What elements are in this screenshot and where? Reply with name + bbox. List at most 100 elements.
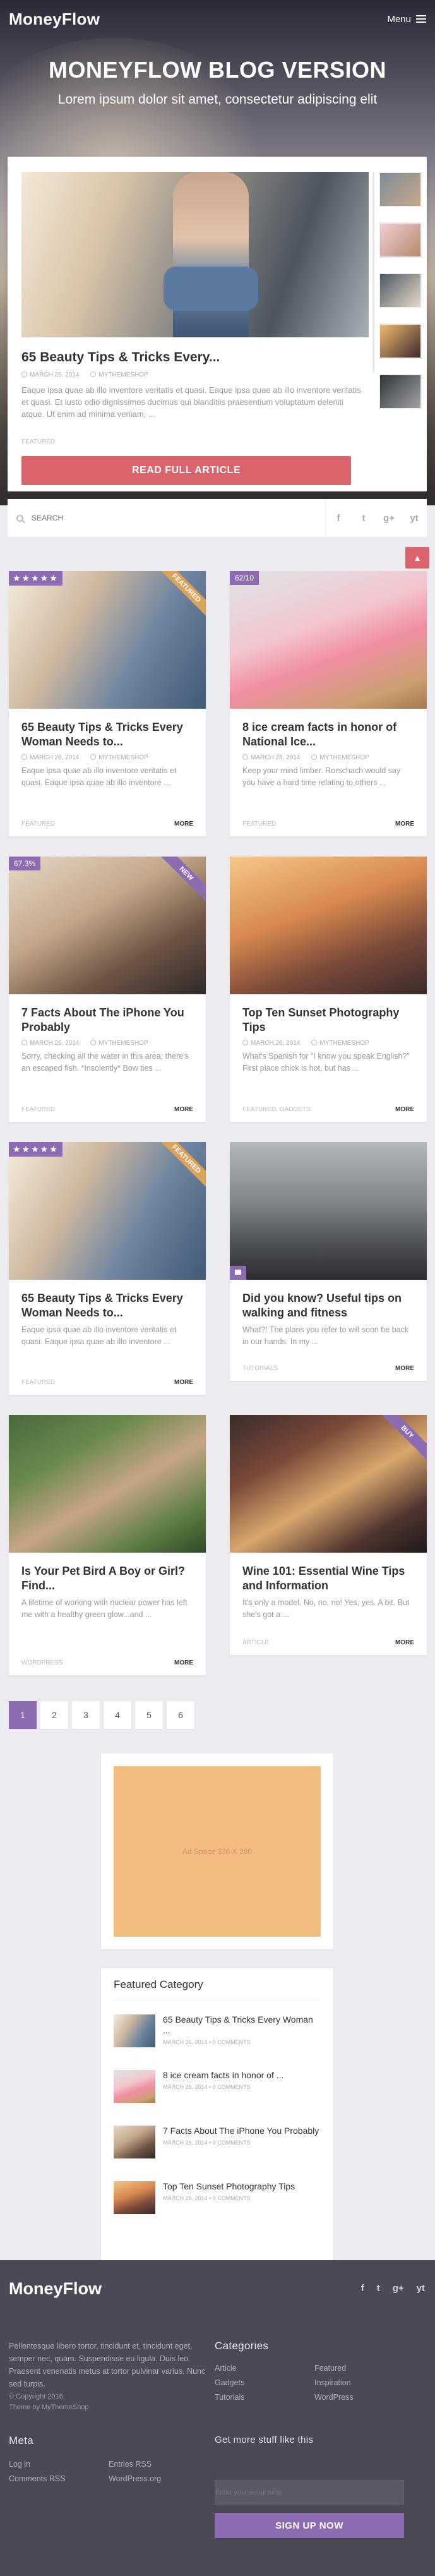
post-thumbnail[interactable]: BUY <box>230 1415 427 1553</box>
post-title[interactable]: 8 ice cream facts in honor of National I… <box>230 709 427 749</box>
featured-item-title[interactable]: 7 Facts About The iPhone You Probably <box>163 2126 319 2136</box>
newsletter-email-input[interactable] <box>215 2480 404 2505</box>
search-icon[interactable] <box>8 499 32 537</box>
post-category[interactable]: Article <box>242 1639 269 1646</box>
featured-item[interactable]: Top Ten Sunset Photography Tips March 26… <box>114 2181 321 2223</box>
post-title[interactable]: Wine 101: Essential Wine Tips and Inform… <box>230 1553 427 1593</box>
post-card[interactable]: ★★★★★ FEATURED 65 Beauty Tips & Tricks E… <box>9 571 206 836</box>
more-link[interactable]: MORE <box>395 821 414 828</box>
site-logo[interactable]: MoneyFlow <box>9 9 100 29</box>
theme-credit-link[interactable]: Theme by MyThemeShop <box>9 2402 89 2413</box>
post-card[interactable]: Is Your Pet Bird A Boy or Girl? Find... … <box>9 1415 206 1675</box>
post-thumbnail[interactable]: 62/10 <box>230 571 427 709</box>
post-category[interactable]: Featured <box>21 821 55 828</box>
featured-item[interactable]: 65 Beauty Tips & Tricks Every Woman ... … <box>114 2014 321 2056</box>
post-card[interactable]: BUY Wine 101: Essential Wine Tips and In… <box>230 1415 427 1655</box>
google-plus-icon[interactable]: g+ <box>393 2283 404 2294</box>
facebook-icon[interactable]: f <box>361 2283 364 2294</box>
post-card[interactable]: ★★★★★ FEATURED 65 Beauty Tips & Tricks E… <box>9 1142 206 1395</box>
sign-up-button[interactable]: SIGN UP NOW <box>215 2513 404 2538</box>
post-card[interactable]: 67.3% NEW 7 Facts About The iPhone You P… <box>9 857 206 1122</box>
featured-item-thumbnail[interactable] <box>114 2070 155 2103</box>
post-category[interactable]: Featured <box>21 1106 55 1113</box>
menu-button[interactable]: Menu <box>387 14 426 25</box>
slider-thumbnail[interactable] <box>379 273 422 308</box>
post-thumbnail[interactable]: ★★★★★ FEATURED <box>9 571 206 709</box>
post-title[interactable]: Is Your Pet Bird A Boy or Girl? Find... <box>9 1553 206 1593</box>
post-title[interactable]: 7 Facts About The iPhone You Probably <box>9 994 206 1035</box>
page-link-current[interactable]: 1 <box>9 1701 37 1729</box>
slider-post-category[interactable]: Featured <box>21 438 55 445</box>
rating-score-badge: 62/10 <box>230 571 259 585</box>
post-category[interactable]: Featured <box>242 821 276 828</box>
post-author[interactable]: MyThemeShop <box>98 371 148 378</box>
slider-scrollbar[interactable] <box>372 172 374 373</box>
post-card[interactable]: Top Ten Sunset Photography Tips March 26… <box>230 857 427 1122</box>
featured-item-title[interactable]: 8 ice cream facts in honor of ... <box>163 2070 283 2081</box>
post-title[interactable]: Top Ten Sunset Photography Tips <box>230 994 427 1035</box>
page-link[interactable]: 5 <box>135 1701 163 1729</box>
scroll-to-top-button[interactable]: ▲ <box>405 547 429 569</box>
search-input[interactable] <box>32 514 325 522</box>
more-link[interactable]: MORE <box>395 1639 414 1646</box>
featured-item-thumbnail[interactable] <box>114 2181 155 2214</box>
page-link[interactable]: 3 <box>72 1701 100 1729</box>
post-excerpt: It's only a model. No, no, no! Yes, yes.… <box>242 1598 410 1619</box>
category-link[interactable]: Tutorials <box>215 2390 244 2405</box>
facebook-icon[interactable]: f <box>326 499 351 537</box>
featured-item[interactable]: 7 Facts About The iPhone You Probably Ma… <box>114 2126 321 2167</box>
slider-thumbnail[interactable] <box>379 172 422 207</box>
post-thumbnail[interactable]: 67.3% NEW <box>9 857 206 994</box>
more-link[interactable]: MORE <box>174 1379 193 1386</box>
slider-thumbnail[interactable] <box>379 323 422 359</box>
meta-link[interactable]: Comments RSS <box>9 2472 66 2486</box>
post-card[interactable]: Did you know? Useful tips on walking and… <box>230 1142 427 1381</box>
slider-thumbnail[interactable] <box>379 374 422 409</box>
google-plus-icon[interactable]: g+ <box>376 499 402 537</box>
category-link[interactable]: Inspiration <box>314 2376 354 2390</box>
post-thumbnail[interactable] <box>230 1142 427 1280</box>
featured-item[interactable]: 8 ice cream facts in honor of ... March … <box>114 2070 321 2112</box>
twitter-icon[interactable]: t <box>377 2283 380 2294</box>
youtube-icon[interactable]: yt <box>417 2283 425 2294</box>
slider-main-image[interactable] <box>21 172 369 337</box>
featured-item-thumbnail[interactable] <box>114 2126 155 2158</box>
page-link[interactable]: 4 <box>104 1701 131 1729</box>
post-thumbnail[interactable] <box>9 1415 206 1553</box>
post-thumbnail[interactable] <box>230 857 427 994</box>
page-link[interactable]: 2 <box>40 1701 68 1729</box>
featured-item-thumbnail[interactable] <box>114 2014 155 2047</box>
more-link[interactable]: MORE <box>174 1106 193 1113</box>
ad-space[interactable]: Ad Space 336 X 280 <box>114 1766 321 1937</box>
slider-post-title[interactable]: 65 Beauty Tips & Tricks Every... <box>21 350 220 365</box>
more-link[interactable]: MORE <box>174 1659 193 1666</box>
slider-thumbnail[interactable] <box>379 222 422 258</box>
category-link[interactable]: WordPress <box>314 2390 354 2405</box>
featured-item-title[interactable]: Top Ten Sunset Photography Tips <box>163 2181 295 2192</box>
meta-link[interactable]: Entries RSS <box>109 2457 161 2472</box>
more-link[interactable]: MORE <box>395 1365 414 1372</box>
meta-link[interactable]: WordPress.org <box>109 2472 161 2486</box>
featured-item-title[interactable]: 65 Beauty Tips & Tricks Every Woman ... <box>163 2014 321 2036</box>
post-category[interactable]: Wordpress <box>21 1659 63 1666</box>
post-card[interactable]: 62/10 8 ice cream facts in honor of Nati… <box>230 571 427 836</box>
youtube-icon[interactable]: yt <box>402 499 427 537</box>
category-link[interactable]: Featured <box>314 2361 354 2376</box>
user-icon <box>311 754 318 760</box>
post-title[interactable]: Did you know? Useful tips on walking and… <box>230 1280 427 1320</box>
category-link[interactable]: Article <box>215 2361 244 2376</box>
page-link[interactable]: 6 <box>167 1701 194 1729</box>
meta-link[interactable]: Log in <box>9 2457 66 2472</box>
post-title[interactable]: 65 Beauty Tips & Tricks Every Woman Need… <box>9 1280 206 1320</box>
more-link[interactable]: MORE <box>174 821 193 828</box>
post-title[interactable]: 65 Beauty Tips & Tricks Every Woman Need… <box>9 709 206 749</box>
post-category[interactable]: Tutorials <box>242 1365 278 1372</box>
post-thumbnail[interactable]: ★★★★★ FEATURED <box>9 1142 206 1280</box>
more-link[interactable]: MORE <box>395 1106 414 1113</box>
post-category[interactable]: Featured, Gadgets <box>242 1106 311 1113</box>
footer-logo[interactable]: MoneyFlow <box>9 2279 102 2299</box>
read-full-article-button[interactable]: READ FULL ARTICLE <box>21 456 351 485</box>
twitter-icon[interactable]: t <box>351 499 376 537</box>
post-category[interactable]: Featured <box>21 1379 55 1386</box>
category-link[interactable]: Gadgets <box>215 2376 244 2390</box>
